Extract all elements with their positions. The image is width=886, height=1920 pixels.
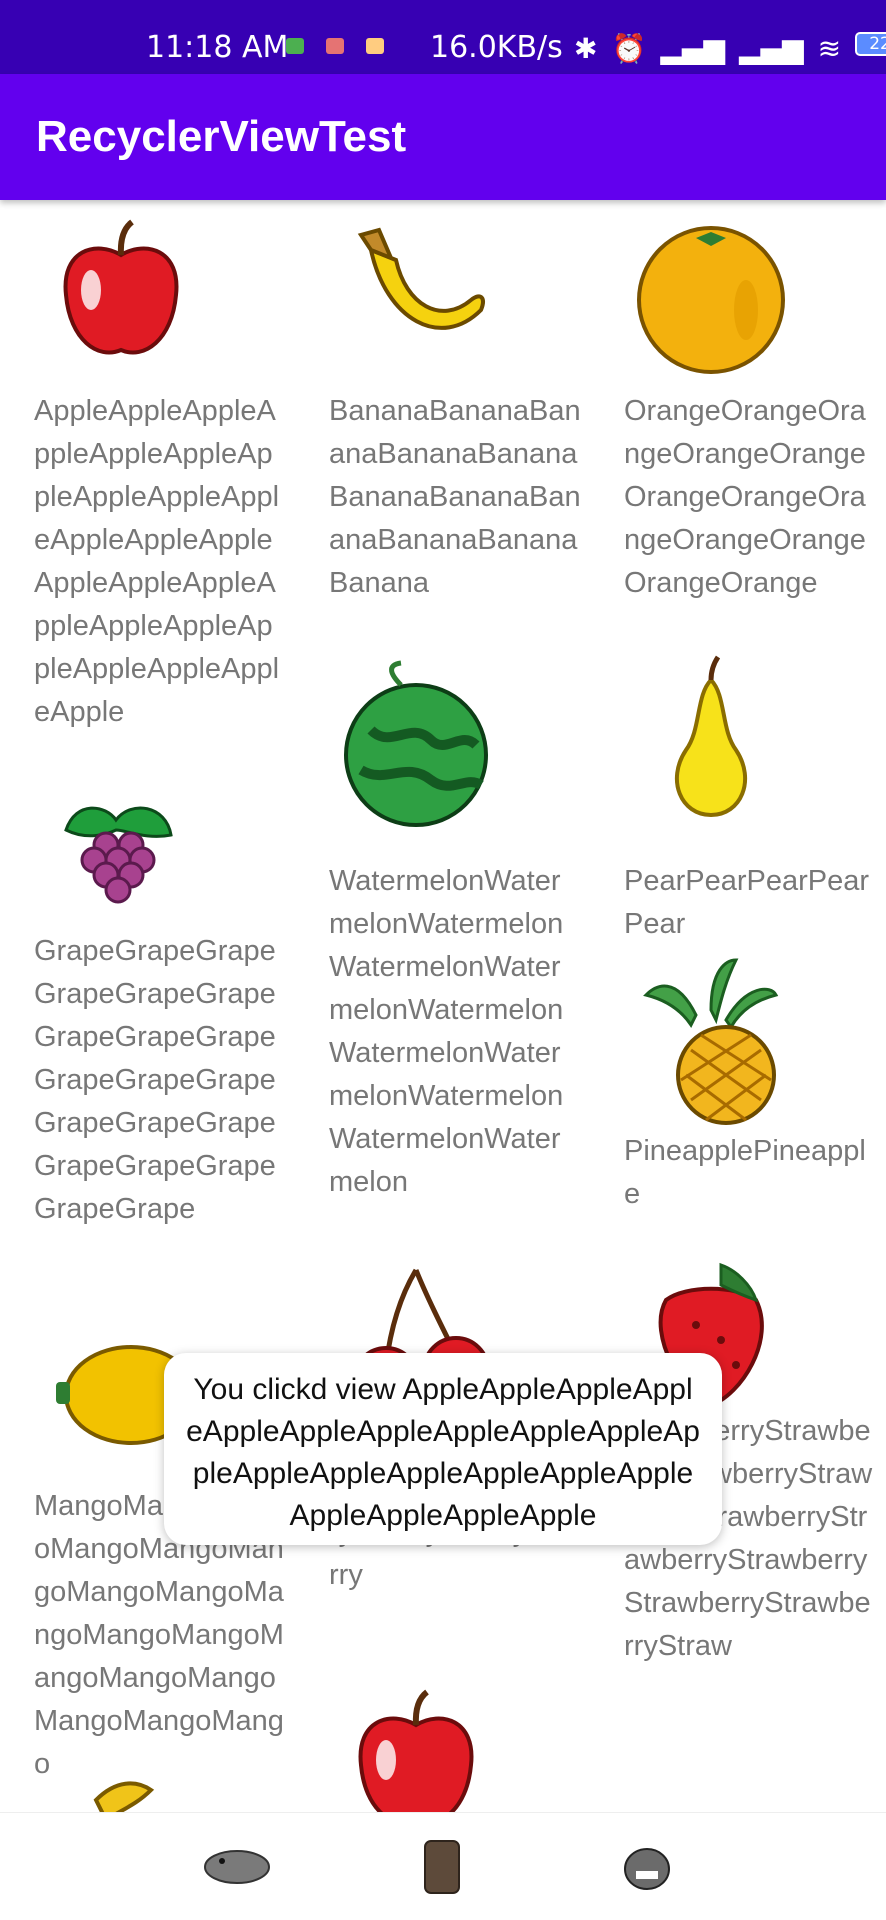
notification-icons [286,38,384,54]
grape-icon [64,806,173,904]
watermelon-icon [344,660,488,827]
toast-message: You clickd view AppleAppleAppleAppleAppl… [164,1353,722,1545]
bluetooth-icon: ✱ [574,32,598,65]
app-title: RecyclerViewTest [36,112,407,161]
app-notification-icon [326,38,344,54]
fruit-name: AppleAppleAppleAppleAppleAppleAppleApple… [34,395,280,728]
app-bar: RecyclerViewTest [0,74,886,200]
orange-icon [637,226,785,374]
status-time: 11:18 AM [146,30,289,65]
apple-icon [63,219,179,355]
tree-stump-icon[interactable] [407,1839,477,1895]
fruit-name: WatermelonWatermelonWatermelonWatermelon… [329,865,564,1198]
alarm-icon: ⏰ [611,32,647,65]
wifi-icon: ≋ [817,32,842,65]
signal-hd-icon: ▂▄▆ [738,32,804,65]
fruit-name: OrangeOrangeOrangeOrangeOrangeOrangeOran… [624,395,866,599]
fruit-recycler-view[interactable]: AppleAppleAppleAppleAppleAppleAppleApple… [0,200,886,1812]
monster-icon[interactable] [612,1839,682,1895]
app-notification-icon [366,38,384,54]
pineapple-icon [643,958,779,1125]
fruit-name: PineapplePineapple [624,1135,866,1210]
bottom-navigation [0,1812,886,1920]
network-speed: 16.0KB/s [430,30,563,65]
fruit-name: PearPearPearPearPear [624,865,870,940]
hippo-icon[interactable] [202,1839,272,1895]
apple-icon [358,1689,474,1812]
battery-icon: 22 [855,32,886,56]
pear-icon [675,655,747,818]
fruit-name: GrapeGrapeGrapeGrapeGrapeGrapeGrapeGrape… [34,935,276,1225]
banana-icon [357,227,485,330]
banana-icon [93,1781,155,1812]
app-notification-icon [286,38,304,54]
signal-icon: ▂▄▆ [660,32,725,65]
fruit-name: BananaBananaBananaBananaBananaBananaBana… [329,395,581,599]
status-bar: 11:18 AM 16.0KB/s ✱ ⏰ ▂▄▆ ▂▄▆ ≋ 22 [0,0,886,74]
